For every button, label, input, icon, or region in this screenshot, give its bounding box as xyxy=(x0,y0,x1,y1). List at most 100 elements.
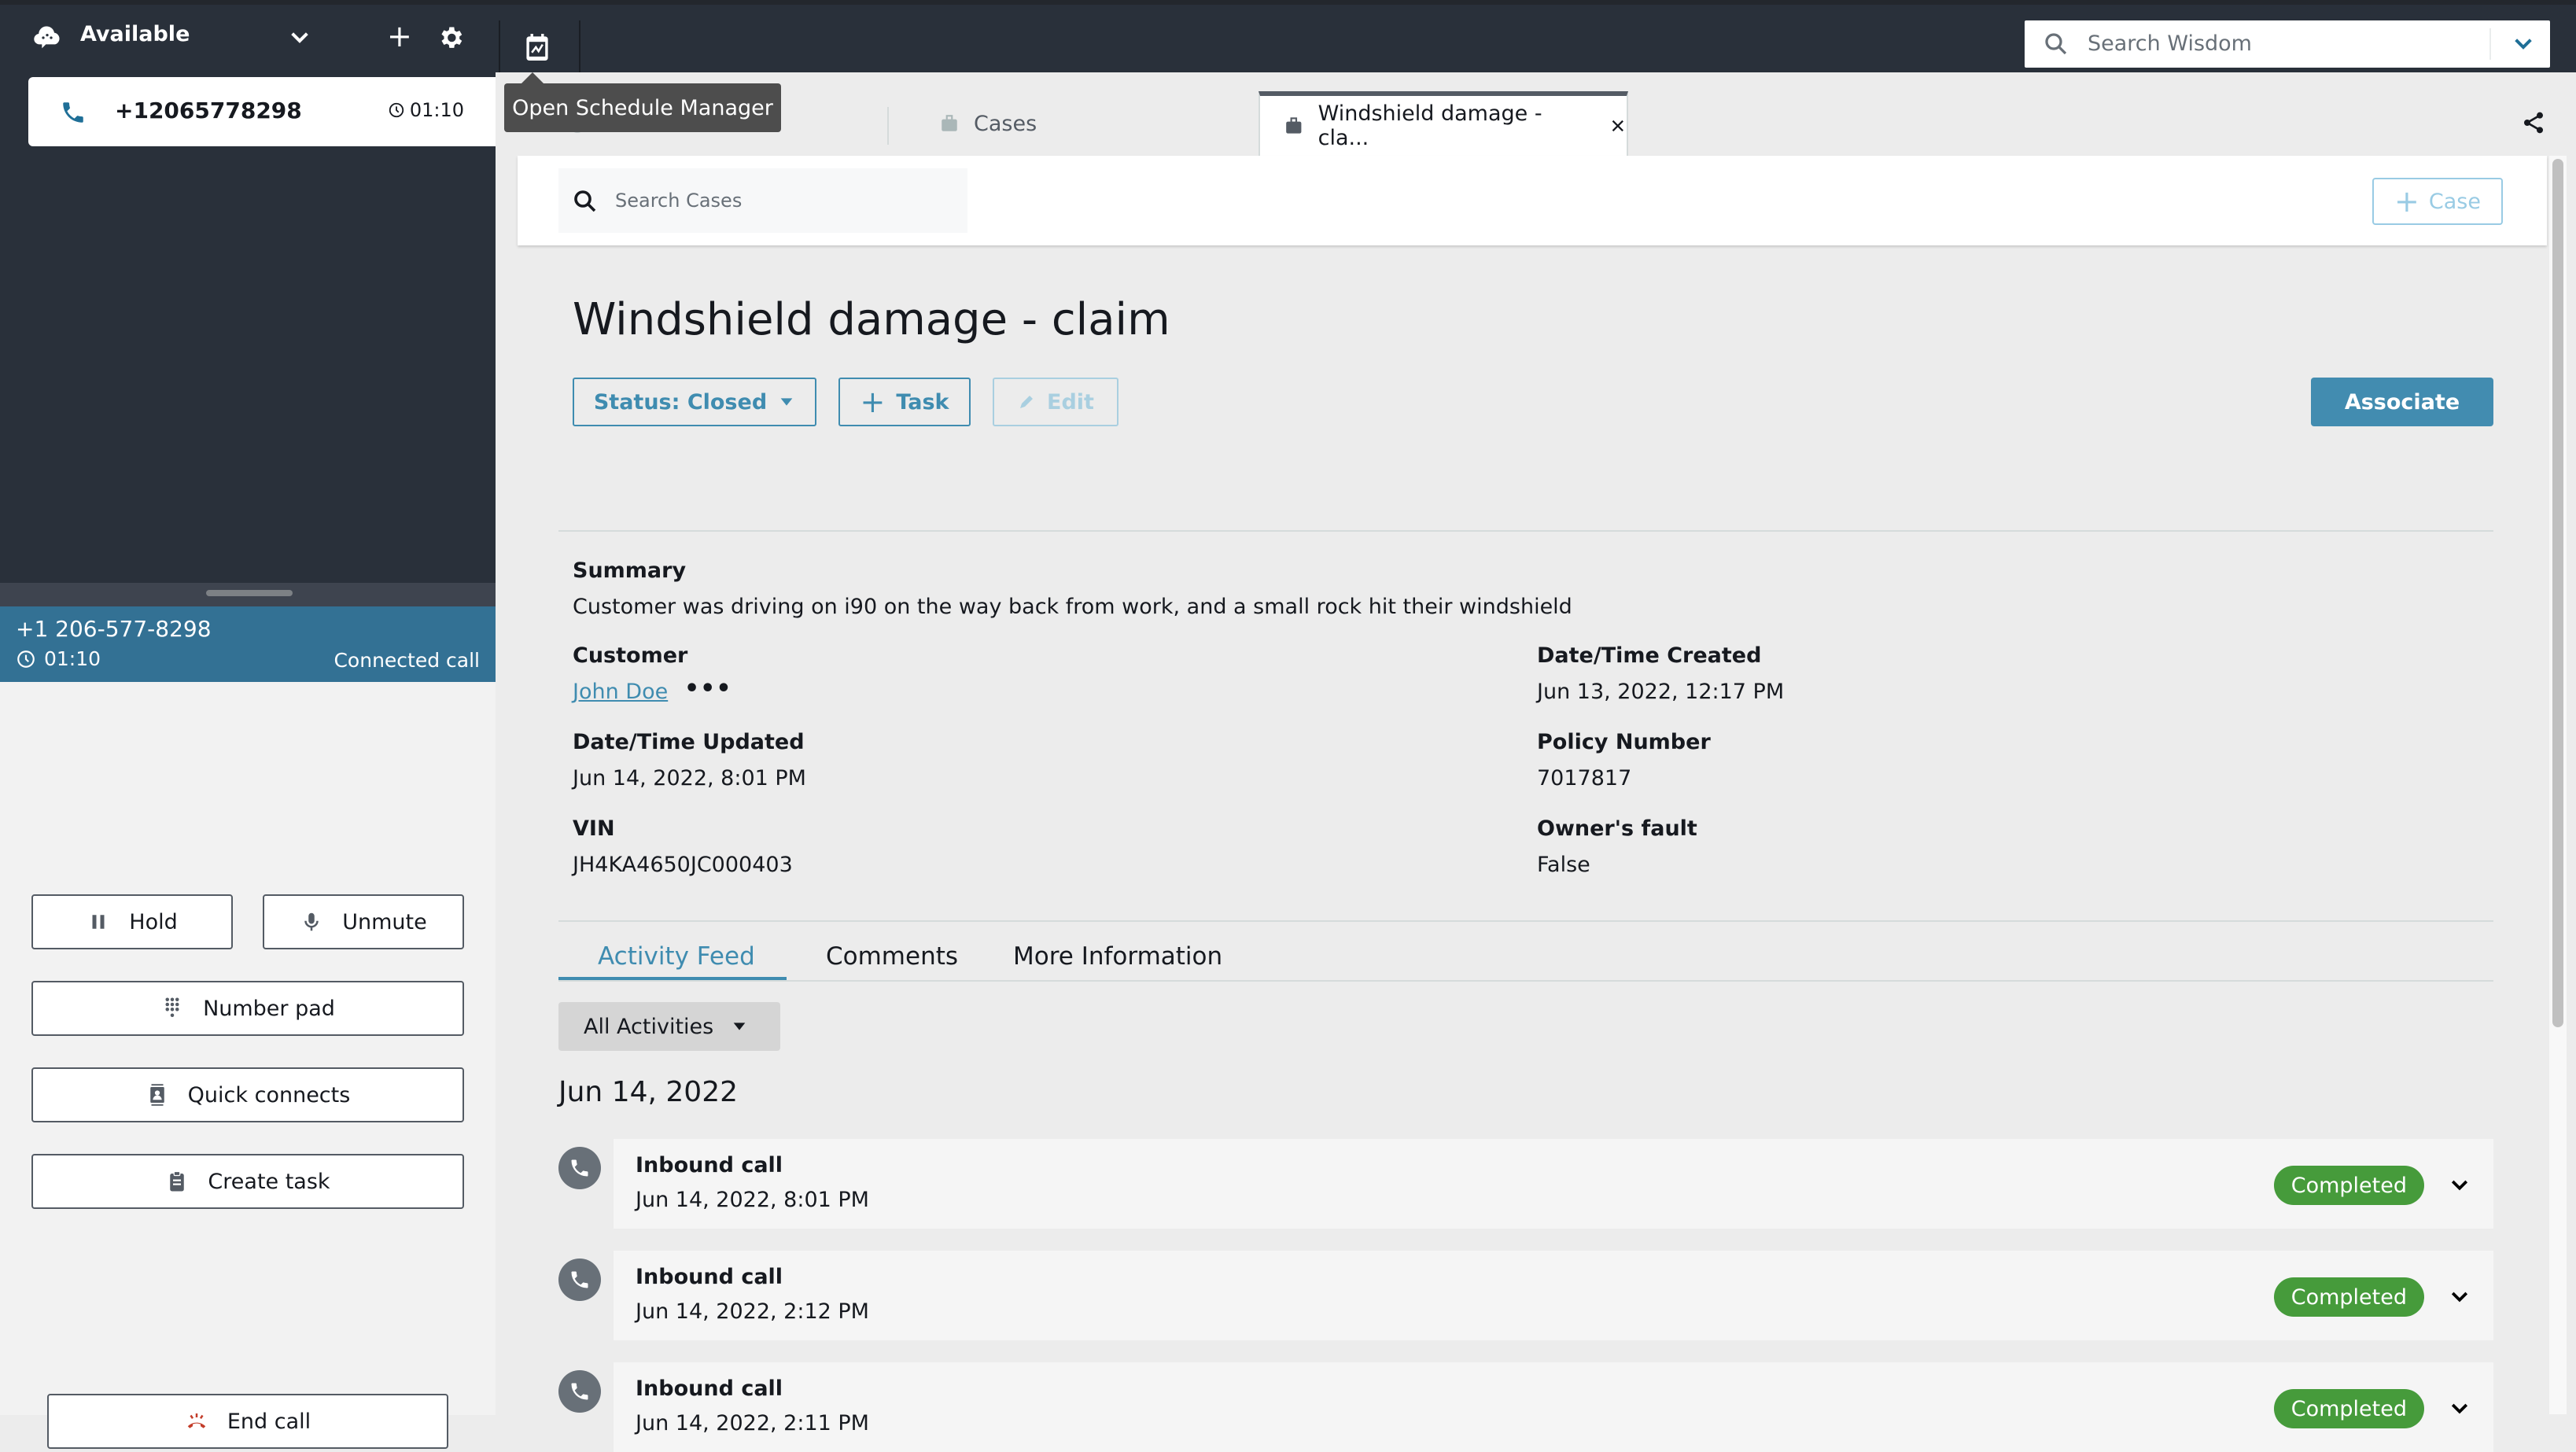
expand-chevron-icon[interactable] xyxy=(2448,1174,2471,1197)
contact-book-icon xyxy=(149,1084,164,1106)
activity-title: Inbound call xyxy=(636,1153,783,1177)
hold-button[interactable]: Hold xyxy=(31,894,233,949)
summary-label: Summary xyxy=(573,558,687,583)
activity-card[interactable]: Inbound call Jun 14, 2022, 2:11 PM Compl… xyxy=(614,1362,2493,1452)
number-pad-label: Number pad xyxy=(203,996,335,1021)
cases-search-bar: Search Cases + Case xyxy=(518,156,2547,245)
end-call-button[interactable]: End call xyxy=(47,1394,448,1449)
tab-label: Windshield damage - cla... xyxy=(1317,101,1542,150)
wisdom-search-field[interactable]: Search Wisdom xyxy=(2025,20,2550,68)
agent-status-label[interactable]: Available xyxy=(80,22,190,46)
phone-icon xyxy=(558,1259,601,1301)
activity-filter-dropdown[interactable]: All Activities xyxy=(558,1002,780,1051)
status-dropdown-chevron-icon[interactable] xyxy=(287,25,312,50)
active-contact-timer: 01:10 xyxy=(388,99,464,121)
tab-windshield-case[interactable]: Windshield damage - cla... xyxy=(1259,91,1628,156)
contact-control-panel: +12065778298 01:10 +1 206-577-8298 01:10… xyxy=(0,72,496,1449)
connected-timer-value: 01:10 xyxy=(44,647,101,670)
quick-connects-button[interactable]: Quick connects xyxy=(31,1067,464,1122)
status-dropdown-button[interactable]: Status: Closed xyxy=(573,378,816,426)
divider xyxy=(558,530,2493,532)
active-contact-timer-value: 01:10 xyxy=(409,99,464,121)
wisdom-dropdown-chevron-icon[interactable] xyxy=(2511,31,2536,57)
activity-item[interactable]: Inbound call Jun 14, 2022, 2:12 PM Compl… xyxy=(558,1251,2493,1340)
toolbar-divider xyxy=(499,20,500,74)
gear-icon[interactable] xyxy=(437,24,465,52)
pause-icon xyxy=(92,915,105,929)
activity-item[interactable]: Inbound call Jun 14, 2022, 8:01 PM Compl… xyxy=(558,1139,2493,1229)
customer-link[interactable]: John Doe xyxy=(573,680,668,704)
close-icon[interactable] xyxy=(1609,117,1627,135)
connected-status: Connected call xyxy=(334,649,480,672)
create-task-label: Create task xyxy=(208,1169,330,1194)
connected-number: +1 206-577-8298 xyxy=(16,616,212,642)
status-badge: Completed xyxy=(2273,1166,2424,1205)
caret-down-icon xyxy=(780,398,793,406)
task-label: Task xyxy=(896,389,949,415)
subtab-comments[interactable]: Comments xyxy=(826,942,958,971)
expand-chevron-icon[interactable] xyxy=(2448,1397,2471,1421)
activity-title: Inbound call xyxy=(636,1376,783,1401)
search-cases-placeholder: Search Cases xyxy=(615,190,743,212)
calendar-chart-icon xyxy=(526,34,548,61)
toolbar-divider xyxy=(579,20,580,74)
expand-chevron-icon[interactable] xyxy=(2448,1285,2471,1309)
tab-label: Cases xyxy=(974,111,1037,136)
microphone-icon xyxy=(304,912,319,931)
add-contact-plus-icon[interactable]: + xyxy=(387,20,412,52)
subtab-more-information[interactable]: More Information xyxy=(1013,942,1222,971)
subtab-activity-feed[interactable]: Activity Feed xyxy=(598,942,755,971)
scrollbar-thumb[interactable] xyxy=(2552,159,2563,1027)
activity-card[interactable]: Inbound call Jun 14, 2022, 8:01 PM Compl… xyxy=(614,1139,2493,1229)
clipboard-icon xyxy=(170,1170,185,1192)
phone-icon xyxy=(558,1370,601,1413)
tab-cases[interactable]: Cases xyxy=(916,91,1230,156)
top-bar: Available + Search Wisdom xyxy=(0,0,2576,74)
hang-up-icon xyxy=(187,1413,206,1428)
active-contact-number: +12065778298 xyxy=(115,98,302,123)
divider xyxy=(558,920,2493,922)
associate-button[interactable]: Associate xyxy=(2311,378,2493,426)
created-value: Jun 13, 2022, 12:17 PM xyxy=(1537,680,1785,704)
quick-connects-label: Quick connects xyxy=(187,1082,351,1107)
created-label: Date/Time Created xyxy=(1537,643,1762,668)
status-badge: Completed xyxy=(2273,1389,2424,1428)
add-task-button[interactable]: + Task xyxy=(838,378,971,426)
briefcase-icon xyxy=(1286,117,1302,134)
share-icon[interactable] xyxy=(2521,110,2546,135)
divider xyxy=(558,980,2493,982)
wisdom-search-placeholder: Search Wisdom xyxy=(2088,31,2252,56)
activity-item[interactable]: Inbound call Jun 14, 2022, 2:11 PM Compl… xyxy=(558,1362,2493,1452)
active-contact-card[interactable]: +12065778298 01:10 xyxy=(28,77,496,146)
filter-label: All Activities xyxy=(584,1014,714,1039)
panel-resize-strip[interactable] xyxy=(0,583,496,606)
new-case-label: Case xyxy=(2428,189,2481,214)
search-icon xyxy=(574,190,596,212)
new-case-button[interactable]: + Case xyxy=(2372,178,2503,225)
search-icon xyxy=(2045,33,2067,55)
tab-divider xyxy=(887,107,889,145)
case-detail-panel: Search Cases + Case Windshield damage - … xyxy=(518,156,2547,1452)
main-workspace: Customer Profile Cases Windshield damage… xyxy=(496,72,2576,1452)
plus-icon: + xyxy=(860,385,886,419)
customer-more-options-icon[interactable]: ••• xyxy=(684,675,732,702)
schedule-manager-button[interactable] xyxy=(513,20,562,74)
unmute-button[interactable]: Unmute xyxy=(263,894,464,949)
schedule-manager-tooltip: Open Schedule Manager xyxy=(504,72,781,132)
drag-handle[interactable] xyxy=(206,590,293,596)
vertical-scrollbar[interactable] xyxy=(2549,156,2567,1414)
number-pad-button[interactable]: Number pad xyxy=(31,981,464,1036)
plus-icon: + xyxy=(2394,184,2419,219)
policy-label: Policy Number xyxy=(1537,730,1711,754)
policy-value: 7017817 xyxy=(1537,766,1632,790)
activity-date-header: Jun 14, 2022 xyxy=(558,1076,739,1108)
edit-label: Edit xyxy=(1047,389,1094,415)
clock-icon xyxy=(389,102,404,118)
cloud-status-icon xyxy=(34,26,60,49)
create-task-button[interactable]: Create task xyxy=(31,1154,464,1209)
owners-fault-label: Owner's fault xyxy=(1537,816,1697,841)
updated-label: Date/Time Updated xyxy=(573,730,805,754)
edit-button[interactable]: Edit xyxy=(993,378,1118,426)
search-cases-input[interactable]: Search Cases xyxy=(558,168,967,233)
activity-card[interactable]: Inbound call Jun 14, 2022, 2:12 PM Compl… xyxy=(614,1251,2493,1340)
